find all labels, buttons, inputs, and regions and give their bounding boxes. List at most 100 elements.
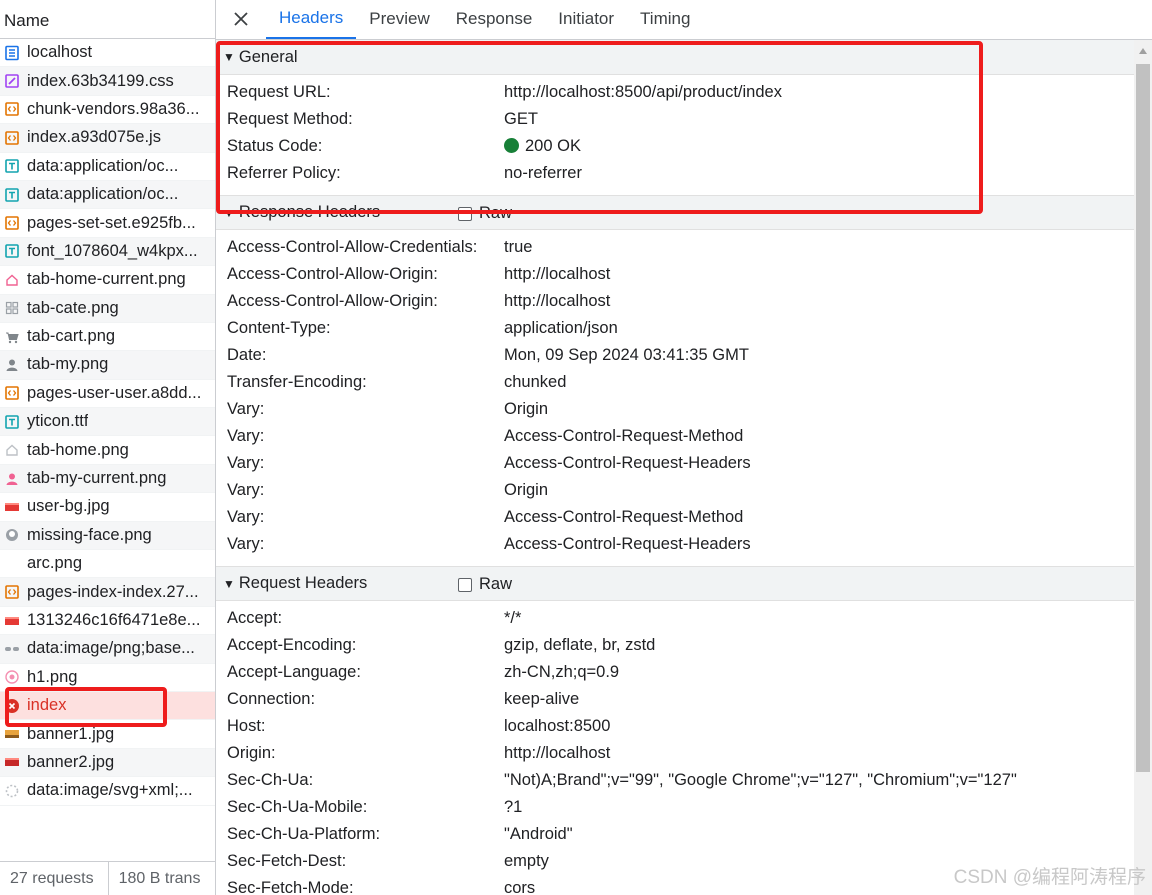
request-row[interactable]: tab-my-current.png (0, 464, 215, 494)
header-key: Sec-Fetch-Mode: (227, 879, 354, 895)
tab-timing[interactable]: Timing (627, 0, 703, 39)
request-row[interactable]: yticon.ttf (0, 408, 215, 437)
request-headers-title: Request Headers (238, 574, 368, 592)
request-name: pages-user-user.a8dd... (27, 383, 202, 402)
tab-headers[interactable]: Headers (266, 0, 357, 39)
tab-preview[interactable]: Preview (356, 0, 442, 39)
response-headers-title: Response Headers (238, 203, 381, 221)
close-details-button[interactable] (216, 0, 266, 39)
vertical-scrollbar[interactable] (1134, 40, 1152, 895)
request-raw-toggle[interactable]: Raw (458, 567, 512, 602)
header-row: Accept: */* (216, 605, 1134, 632)
header-row: Vary: Access-Control-Request-Method (216, 504, 1134, 531)
tab-initiator[interactable]: Initiator (545, 0, 627, 39)
request-name: user-bg.jpg (27, 497, 110, 516)
close-icon (234, 12, 248, 26)
request-name: tab-my.png (27, 355, 109, 374)
blank-image-icon (4, 556, 20, 572)
dots-image-icon (4, 641, 20, 657)
request-name: font_1078604_w4kpx... (27, 241, 198, 260)
request-row[interactable]: arc.png (0, 550, 215, 579)
spinner-image-icon (4, 783, 20, 799)
header-key: Sec-Ch-Ua: (227, 771, 314, 789)
request-name: tab-home.png (27, 440, 129, 459)
response-headers-section-header[interactable]: ▼ Response Headers Raw (216, 195, 1134, 230)
request-row[interactable]: tab-home-current.png (0, 266, 215, 295)
name-column-header[interactable]: Name (0, 3, 215, 39)
header-key: Access-Control-Allow-Credentials: (227, 238, 478, 256)
request-row[interactable]: data:application/oc... (0, 180, 215, 210)
header-key: Accept: (227, 609, 283, 627)
header-key: Date: (227, 346, 267, 364)
header-value: localhost:8500 (504, 717, 611, 735)
header-value: Access-Control-Request-Method (504, 508, 744, 526)
request-name: chunk-vendors.98a36... (27, 99, 200, 118)
request-row[interactable]: index.a93d075e.js (0, 124, 215, 153)
header-value: no-referrer (504, 164, 582, 182)
request-row[interactable]: pages-set-set.e925fb... (0, 209, 215, 238)
home-image-icon (4, 442, 20, 458)
request-row[interactable]: data:image/svg+xml;... (0, 777, 215, 806)
request-row[interactable]: index.63b34199.css (0, 67, 215, 96)
general-section-header[interactable]: ▼ General (216, 40, 1134, 75)
request-row[interactable]: data:image/png;base... (0, 635, 215, 664)
response-raw-toggle[interactable]: Raw (458, 196, 512, 231)
request-name: banner2.jpg (27, 752, 115, 771)
raw-checkbox[interactable] (458, 577, 472, 592)
request-row[interactable]: localhost (0, 39, 215, 68)
font-icon (4, 414, 20, 430)
cart-image-icon (4, 329, 20, 345)
raw-label: Raw (479, 204, 513, 222)
header-key: Origin: (227, 744, 276, 762)
header-row: Access-Control-Allow-Origin: http://local… (216, 261, 1134, 288)
request-row[interactable]: chunk-vendors.98a36... (0, 96, 215, 125)
collapse-triangle-icon: ▼ (223, 576, 235, 591)
request-row[interactable]: user-bg.jpg (0, 493, 215, 522)
header-value: Mon, 09 Sep 2024 03:41:35 GMT (504, 346, 749, 364)
request-row[interactable]: banner2.jpg (0, 748, 215, 778)
header-key: Status Code: (227, 137, 323, 155)
request-name: h1.png (27, 667, 78, 686)
red-image-icon (4, 754, 20, 770)
header-value: gzip, deflate, br, zstd (504, 636, 656, 654)
request-name: index.a93d075e.js (27, 128, 161, 147)
request-details-panel: Headers Preview Response Initiator Timing ▼ … (216, 0, 1152, 895)
header-value: Origin (504, 400, 549, 418)
request-row[interactable]: tab-cart.png (0, 323, 215, 352)
request-row[interactable]: index (0, 691, 215, 721)
request-row[interactable]: missing-face.png (0, 521, 215, 551)
tab-response[interactable]: Response (443, 0, 546, 39)
request-row[interactable]: banner1.jpg (0, 720, 215, 749)
status-code-text: 200 OK (525, 137, 581, 155)
header-row: Sec-Ch-Ua-Mobile: ?1 (216, 794, 1134, 821)
header-value: Access-Control-Request-Headers (504, 535, 751, 553)
header-row: Connection: keep-alive (216, 686, 1134, 713)
request-name: tab-my-current.png (27, 469, 167, 488)
request-row[interactable]: font_1078604_w4kpx... (0, 237, 215, 267)
header-row: Date: Mon, 09 Sep 2024 03:41:35 GMT (216, 342, 1134, 369)
scroll-up-button[interactable] (1134, 40, 1152, 62)
request-row[interactable]: 1313246c16f6471e8e... (0, 607, 215, 636)
request-row[interactable]: tab-my.png (0, 351, 215, 380)
request-row[interactable]: data:application/oc... (0, 153, 215, 181)
header-value: "Not)A;Brand";v="99", "Google Chrome";v=… (504, 771, 1017, 789)
request-name: tab-cate.png (27, 298, 119, 317)
request-row[interactable]: pages-user-user.a8dd... (0, 380, 215, 409)
raw-checkbox[interactable] (458, 206, 472, 221)
circle-image-icon (4, 669, 20, 685)
request-row[interactable]: tab-home.png (0, 436, 215, 465)
scroll-thumb[interactable] (1136, 64, 1150, 772)
red-image-icon (4, 613, 20, 629)
header-row: Request Method: GET (216, 106, 1134, 133)
header-key: Transfer-Encoding: (227, 373, 367, 391)
header-key: Accept-Encoding: (227, 636, 357, 654)
header-value: */* (504, 609, 522, 627)
request-row[interactable]: h1.png (0, 664, 215, 692)
raw-label: Raw (479, 575, 513, 593)
request-list-panel: Name localhost index.63b34199.css chunk-ve… (0, 0, 216, 895)
header-key: Sec-Ch-Ua-Platform: (227, 825, 381, 843)
request-row[interactable]: tab-cate.png (0, 294, 215, 323)
request-headers-section-header[interactable]: ▼ Request Headers Raw (216, 566, 1134, 601)
header-value: keep-alive (504, 690, 580, 708)
request-row[interactable]: pages-index-index.27... (0, 578, 215, 607)
